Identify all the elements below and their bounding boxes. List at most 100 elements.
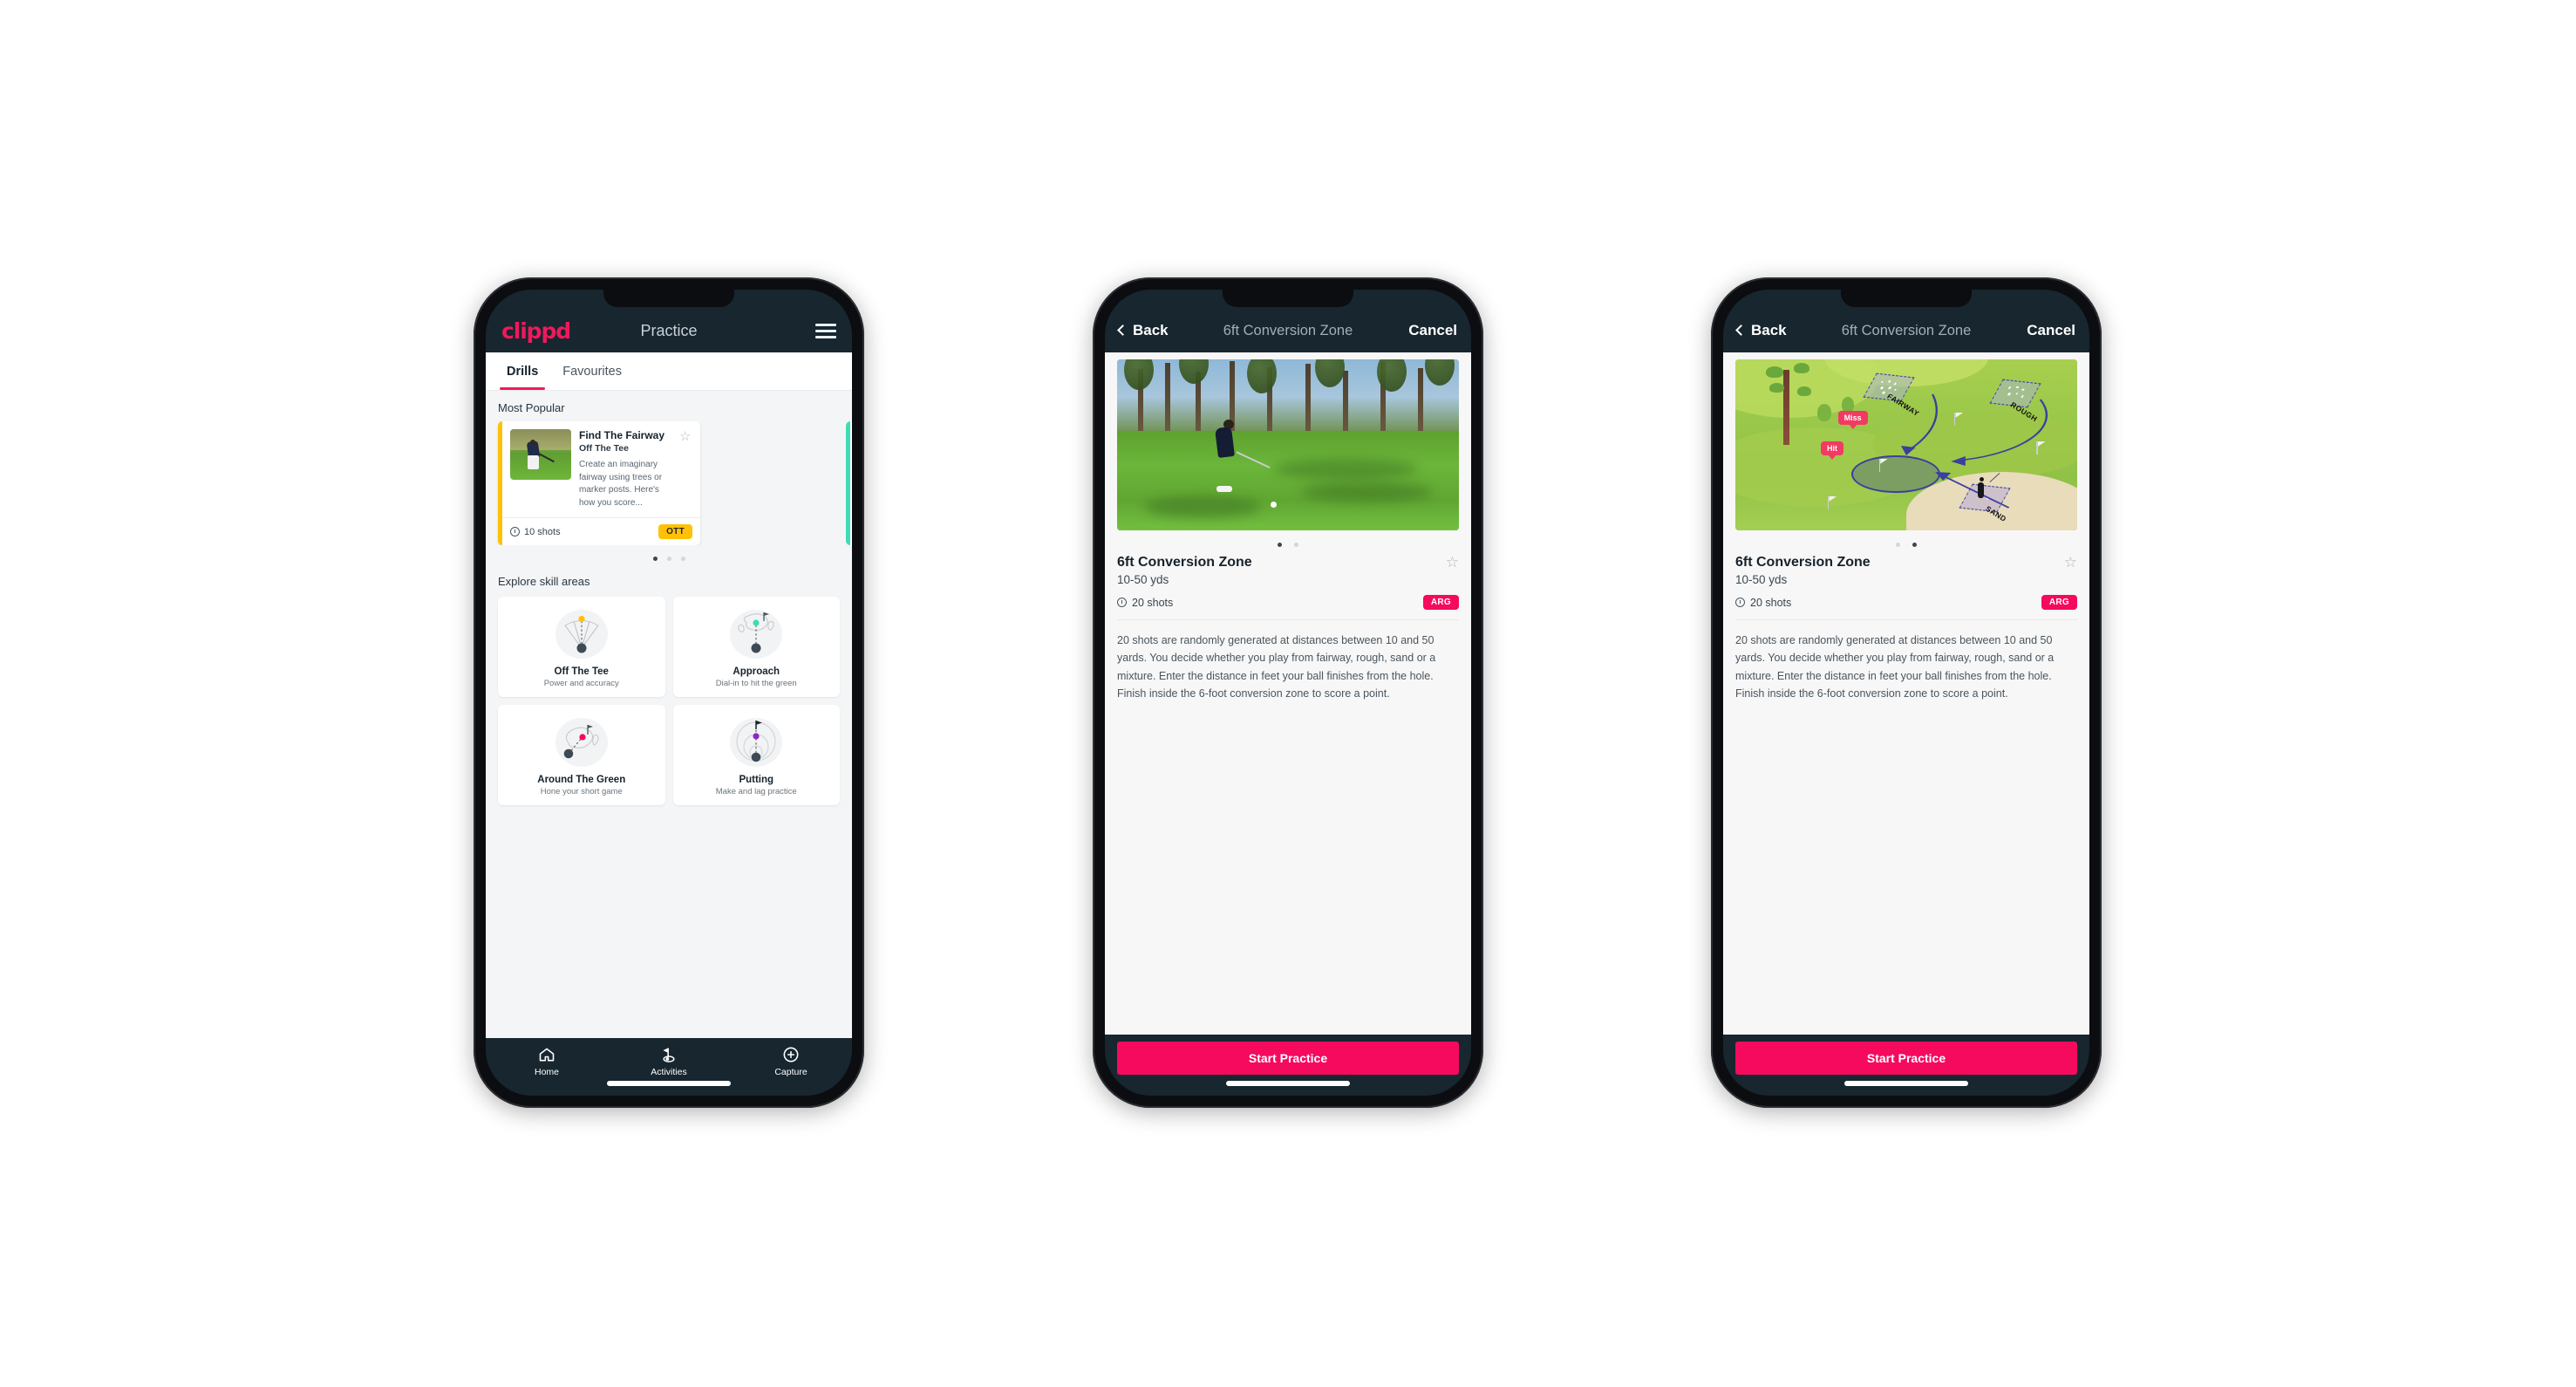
drill-card[interactable]: Find The Fairway Off The Tee Create an i… bbox=[498, 421, 700, 545]
practice-content: Most Popular Find The Fairway Off The Te… bbox=[486, 391, 852, 1038]
drill-detail-description: 20 shots are randomly generated at dista… bbox=[1735, 634, 2055, 700]
skill-card-around-the-green[interactable]: Around The Green Hone your short game bbox=[498, 705, 665, 805]
phone-mockup-drill-detail-illustration: Back 6ft Conversion Zone Cancel FAIRWAY … bbox=[1711, 277, 2102, 1108]
star-outline-icon[interactable]: ☆ bbox=[1446, 555, 1459, 570]
detail-scroll-area: FAIRWAY ROUGH SAND Miss Hit 6ft Conversi… bbox=[1723, 352, 2089, 1035]
carousel-dot-1[interactable] bbox=[652, 557, 658, 561]
hero-dot-1[interactable] bbox=[1278, 543, 1282, 547]
drill-detail-yardage: 10-50 yds bbox=[1735, 573, 1788, 586]
pin-flag-icon bbox=[1827, 495, 1830, 509]
tabbar-item-home[interactable]: Home bbox=[486, 1046, 608, 1077]
clock-icon bbox=[1735, 598, 1745, 607]
divider bbox=[1117, 619, 1459, 620]
home-icon bbox=[539, 1048, 555, 1062]
drill-shots-label: 10 shots bbox=[524, 526, 561, 537]
divider bbox=[1735, 619, 2077, 620]
skill-name: Approach bbox=[733, 666, 780, 677]
tabbar-item-capture[interactable]: Capture bbox=[730, 1046, 852, 1077]
carousel-dot-2[interactable] bbox=[666, 557, 671, 561]
plus-circle-icon bbox=[783, 1047, 799, 1062]
hit-callout: Hit bbox=[1821, 441, 1843, 461]
cta-container: Start Practice bbox=[1723, 1035, 2089, 1096]
detail-header-row: 6ft Conversion Zone 10-50 yds ☆ bbox=[1117, 555, 1459, 586]
tabbar-item-activities[interactable]: Activities bbox=[608, 1046, 730, 1077]
tab-drills[interactable]: Drills bbox=[494, 352, 550, 390]
hero-carousel-dots[interactable] bbox=[1723, 530, 2089, 555]
drill-detail-title: 6ft Conversion Zone bbox=[1735, 555, 1871, 570]
tab-favourites[interactable]: Favourites bbox=[550, 352, 634, 390]
drill-detail-title: 6ft Conversion Zone bbox=[1117, 555, 1252, 570]
hero-illustration[interactable]: FAIRWAY ROUGH SAND Miss Hit bbox=[1735, 359, 2077, 530]
cancel-button[interactable]: Cancel bbox=[1408, 309, 1457, 352]
carousel-dots[interactable] bbox=[486, 545, 852, 564]
skill-card-off-the-tee[interactable]: Off The Tee Power and accuracy bbox=[498, 597, 665, 697]
status-badge-arg: ARG bbox=[2041, 595, 2077, 610]
drill-carousel[interactable]: Find The Fairway Off The Tee Create an i… bbox=[486, 421, 852, 545]
tabbar-label: Capture bbox=[774, 1067, 808, 1077]
section-most-popular-label: Most Popular bbox=[498, 401, 565, 414]
putting-rings-icon bbox=[728, 715, 784, 769]
skill-card-putting[interactable]: Putting Make and lag practice bbox=[672, 705, 840, 805]
detail-scroll-area: 6ft Conversion Zone 10-50 yds ☆ 20 shots… bbox=[1105, 352, 1471, 1035]
pin-flag-icon bbox=[2035, 441, 2038, 455]
cancel-button[interactable]: Cancel bbox=[2027, 309, 2075, 352]
hamburger-icon[interactable] bbox=[815, 323, 836, 338]
drill-detail-shots: 20 shots bbox=[1735, 597, 1791, 609]
back-button[interactable]: Back bbox=[1117, 309, 1169, 352]
drill-card-footer: 10 shots OTT bbox=[502, 517, 700, 545]
skill-desc: Make and lag practice bbox=[715, 787, 797, 796]
back-label: Back bbox=[1751, 322, 1787, 338]
chevron-left-icon bbox=[1735, 325, 1747, 336]
carousel-dot-3[interactable] bbox=[680, 557, 685, 561]
hero-dot-1[interactable] bbox=[1896, 543, 1900, 547]
phone-notch bbox=[603, 290, 734, 307]
tab-bar: Drills Favourites bbox=[486, 352, 852, 391]
detail-meta-row: 20 shots ARG bbox=[1117, 595, 1459, 610]
golf-flag-icon bbox=[663, 1048, 675, 1062]
chevron-left-icon bbox=[1117, 325, 1128, 336]
bottom-tab-bar: Home Activities Capture bbox=[486, 1038, 852, 1096]
tabbar-label: Activities bbox=[651, 1067, 687, 1077]
phone-notch bbox=[1841, 290, 1972, 307]
drill-detail-shots: 20 shots bbox=[1117, 597, 1173, 609]
hero-photo[interactable] bbox=[1117, 359, 1459, 530]
next-card-peek[interactable] bbox=[846, 421, 852, 545]
detail-body: 6ft Conversion Zone 10-50 yds ☆ 20 shots… bbox=[1723, 555, 2089, 702]
hero-dot-2[interactable] bbox=[1294, 543, 1298, 547]
start-practice-button[interactable]: Start Practice bbox=[1117, 1042, 1459, 1075]
skill-desc: Power and accuracy bbox=[543, 679, 619, 688]
around-green-icon bbox=[554, 715, 610, 769]
cta-container: Start Practice bbox=[1105, 1035, 1471, 1096]
star-outline-icon[interactable]: ☆ bbox=[679, 430, 692, 443]
skill-name: Off The Tee bbox=[554, 666, 609, 677]
status-badge-ott: OTT bbox=[658, 524, 692, 539]
drill-subtitle: Off The Tee bbox=[579, 443, 629, 454]
skill-desc: Dial-in to hit the green bbox=[715, 679, 797, 688]
pin-flag-icon bbox=[1953, 412, 1956, 426]
phone-mockup-practice-list: clippd Practice Drills Favourites Most P… bbox=[474, 277, 864, 1108]
drill-thumbnail bbox=[510, 429, 571, 480]
hero-carousel-dots[interactable] bbox=[1105, 530, 1471, 555]
status-badge-arg: ARG bbox=[1422, 595, 1459, 610]
tee-fan-icon bbox=[554, 607, 610, 661]
start-practice-button[interactable]: Start Practice bbox=[1735, 1042, 2077, 1075]
skill-area-grid: Off The Tee Power and accuracy Approach … bbox=[486, 595, 852, 816]
clippd-logo[interactable]: clippd bbox=[501, 320, 571, 342]
approach-green-icon bbox=[728, 607, 784, 661]
back-button[interactable]: Back bbox=[1735, 309, 1787, 352]
star-outline-icon[interactable]: ☆ bbox=[2064, 555, 2077, 570]
drill-detail-shots-label: 20 shots bbox=[1750, 596, 1792, 609]
home-indicator bbox=[1844, 1081, 1968, 1086]
drill-card-top: Find The Fairway Off The Tee Create an i… bbox=[502, 421, 700, 517]
drill-shots: 10 shots bbox=[510, 527, 561, 537]
miss-callout: Miss bbox=[1837, 410, 1868, 429]
detail-meta-row: 20 shots ARG bbox=[1735, 595, 2077, 610]
skill-card-approach[interactable]: Approach Dial-in to hit the green bbox=[672, 597, 840, 697]
hero-dot-2[interactable] bbox=[1912, 543, 1917, 547]
pin-flag-icon bbox=[1878, 458, 1881, 472]
drill-description: Create an imaginary fairway using trees … bbox=[579, 460, 663, 508]
drill-detail-shots-label: 20 shots bbox=[1132, 596, 1174, 609]
skill-name: Around The Green bbox=[537, 775, 626, 785]
phone-mockup-drill-detail-photo: Back 6ft Conversion Zone Cancel 6ft Conv… bbox=[1093, 277, 1483, 1108]
drill-title: Find The Fairway bbox=[579, 429, 665, 441]
